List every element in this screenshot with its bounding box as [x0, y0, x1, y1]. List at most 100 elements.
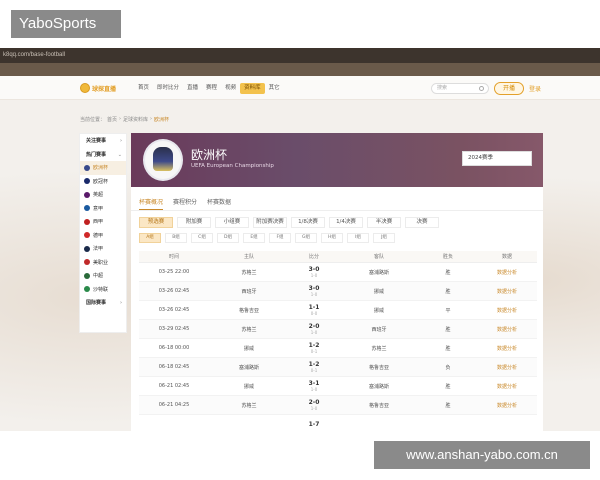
sidebar-item-league[interactable]: 英超	[80, 188, 126, 202]
home-team[interactable]: 挪威	[209, 339, 289, 357]
stage-filter-button[interactable]: 附加赛	[177, 217, 211, 228]
match-score[interactable]: 1-1 0-0	[289, 301, 339, 319]
data-analysis-link[interactable]: 数据分析	[477, 282, 537, 300]
sidebar-item-league[interactable]: 欧冠杯	[80, 175, 126, 189]
empty-cell	[209, 415, 289, 431]
group-filter-button[interactable]: C组	[191, 233, 213, 243]
nav-item-1[interactable]: 即时比分	[153, 83, 183, 94]
stage-filter-button[interactable]: 附加赛决赛	[253, 217, 287, 228]
search-input[interactable]: 搜索	[431, 83, 489, 94]
sidebar-item-league[interactable]: 西甲	[80, 215, 126, 229]
stage-filter-button[interactable]: 小组赛	[215, 217, 249, 228]
breadcrumb-item[interactable]: 首页	[107, 116, 117, 123]
sidebar-item-league[interactable]: 中超	[80, 269, 126, 283]
full-time-score: 1-1	[308, 304, 320, 311]
breadcrumb-item[interactable]: 足球资料库	[123, 116, 148, 123]
nav-item-0[interactable]: 首页	[134, 83, 153, 94]
group-filter-button[interactable]: I组	[347, 233, 369, 243]
table-row: 03-29 02:45 苏格兰 2-0 1-0 西班牙胜数据分析	[139, 320, 537, 339]
match-score[interactable]: 2-0 1-0	[289, 396, 339, 414]
competition-subtitle: UEFA European Championship	[191, 163, 274, 169]
home-team[interactable]: 格鲁吉亚	[209, 301, 289, 319]
stage-filter-button[interactable]: 决赛	[405, 217, 439, 228]
content-tabs: 杯赛概况 赛程积分 杯赛数据	[139, 197, 231, 210]
sidebar-intl-header[interactable]: 国际赛事 ›	[80, 296, 126, 310]
group-filter-button[interactable]: B组	[165, 233, 187, 243]
match-score[interactable]: 3-0 1-0	[289, 282, 339, 300]
group-filter-button[interactable]: D组	[217, 233, 239, 243]
away-team[interactable]: 挪威	[339, 282, 419, 300]
login-link[interactable]: 登录	[529, 84, 541, 93]
data-analysis-link[interactable]: 数据分析	[477, 377, 537, 395]
open-stream-button[interactable]: 开播	[494, 82, 524, 95]
away-team[interactable]: 格鲁吉亚	[339, 358, 419, 376]
chevron-right-icon: ›	[119, 300, 122, 306]
home-team[interactable]: 苏格兰	[209, 320, 289, 338]
tab-2[interactable]: 杯赛数据	[207, 197, 231, 210]
sidebar-item-league[interactable]: 欧洲杯	[80, 161, 126, 175]
group-filter-button[interactable]: A组	[139, 233, 161, 243]
league-logo-icon	[84, 232, 90, 239]
stage-filter-button[interactable]: 半决赛	[367, 217, 401, 228]
away-team[interactable]: 塞浦路斯	[339, 377, 419, 395]
data-analysis-link[interactable]: 数据分析	[477, 339, 537, 357]
search-icon[interactable]	[479, 86, 484, 91]
data-analysis-link[interactable]: 数据分析	[477, 396, 537, 414]
half-time-score: 1-0	[310, 330, 318, 335]
match-score[interactable]: 3-0 1-0	[289, 263, 339, 281]
browser-address-bar[interactable]: k8qq.com/base-football	[0, 48, 600, 63]
match-time: 03-26 02:45	[158, 288, 190, 294]
site-logo[interactable]: 球探直播	[80, 82, 122, 94]
away-team[interactable]: 挪威	[339, 301, 419, 319]
stage-filter-button[interactable]: 预选赛	[139, 217, 173, 228]
away-team[interactable]: 塞浦路斯	[339, 263, 419, 281]
search-placeholder: 搜索	[437, 85, 448, 91]
table-row: 06-18 02:45 塞浦路斯 1-2 0-1 格鲁吉亚负数据分析	[139, 358, 537, 377]
sidebar-follow-header[interactable]: 关注赛事 ›	[80, 134, 126, 148]
match-result: 胜	[445, 288, 451, 295]
group-filter-button[interactable]: E组	[243, 233, 265, 243]
group-filter-button[interactable]: G组	[295, 233, 317, 243]
data-analysis-link[interactable]: 数据分析	[477, 301, 537, 319]
nav-item-3[interactable]: 赛程	[202, 83, 221, 94]
group-filter-button[interactable]: J组	[373, 233, 395, 243]
away-team[interactable]: 格鲁吉亚	[339, 396, 419, 414]
stage-filter-button[interactable]: 1/8决赛	[291, 217, 325, 228]
match-score[interactable]: 1-2 0-1	[289, 358, 339, 376]
away-team[interactable]: 西班牙	[339, 320, 419, 338]
tab-0[interactable]: 杯赛概况	[139, 197, 164, 210]
match-score[interactable]: 1-2 0-1	[289, 339, 339, 357]
group-filter-button[interactable]: F组	[269, 233, 291, 243]
home-team[interactable]: 苏格兰	[209, 263, 289, 281]
sidebar-item-league[interactable]: 美职业	[80, 256, 126, 270]
nav-item-4[interactable]: 视频	[221, 83, 240, 94]
sidebar-hot-header[interactable]: 热门赛事 ⌄	[80, 148, 126, 162]
nav-item-2[interactable]: 直播	[183, 83, 202, 94]
nav-item-5[interactable]: 资料库	[240, 83, 265, 94]
tab-1[interactable]: 赛程积分	[173, 197, 197, 210]
match-result: 胜	[445, 345, 451, 352]
sidebar-item-league[interactable]: 法甲	[80, 242, 126, 256]
stage-filter-button[interactable]: 1/4决赛	[329, 217, 363, 228]
table-row-partial: 1-7	[139, 415, 537, 431]
table-row: 06-21 04:25 苏格兰 2-0 1-0 格鲁吉亚胜数据分析	[139, 396, 537, 415]
sidebar-item-league[interactable]: 德甲	[80, 229, 126, 243]
home-team[interactable]: 挪威	[209, 377, 289, 395]
sidebar-item-league[interactable]: 意甲	[80, 202, 126, 216]
season-select[interactable]: 2024赛季	[462, 151, 532, 166]
away-team[interactable]: 苏格兰	[339, 339, 419, 357]
nav-item-6[interactable]: 其它	[265, 83, 284, 94]
full-time-score: 3-0	[308, 266, 320, 273]
sidebar-item-league[interactable]: 沙特联	[80, 283, 126, 297]
group-filter-button[interactable]: H组	[321, 233, 343, 243]
trophy-icon	[153, 147, 173, 171]
data-analysis-link[interactable]: 数据分析	[477, 358, 537, 376]
home-team[interactable]: 苏格兰	[209, 396, 289, 414]
data-analysis-link[interactable]: 数据分析	[477, 320, 537, 338]
home-team[interactable]: 西班牙	[209, 282, 289, 300]
data-analysis-link[interactable]: 数据分析	[477, 263, 537, 281]
home-team[interactable]: 塞浦路斯	[209, 358, 289, 376]
match-score[interactable]: 2-0 1-0	[289, 320, 339, 338]
main-nav: 首页 即时比分 直播 赛程 视频 资料库 其它	[134, 83, 284, 94]
match-score[interactable]: 3-1 1-0	[289, 377, 339, 395]
